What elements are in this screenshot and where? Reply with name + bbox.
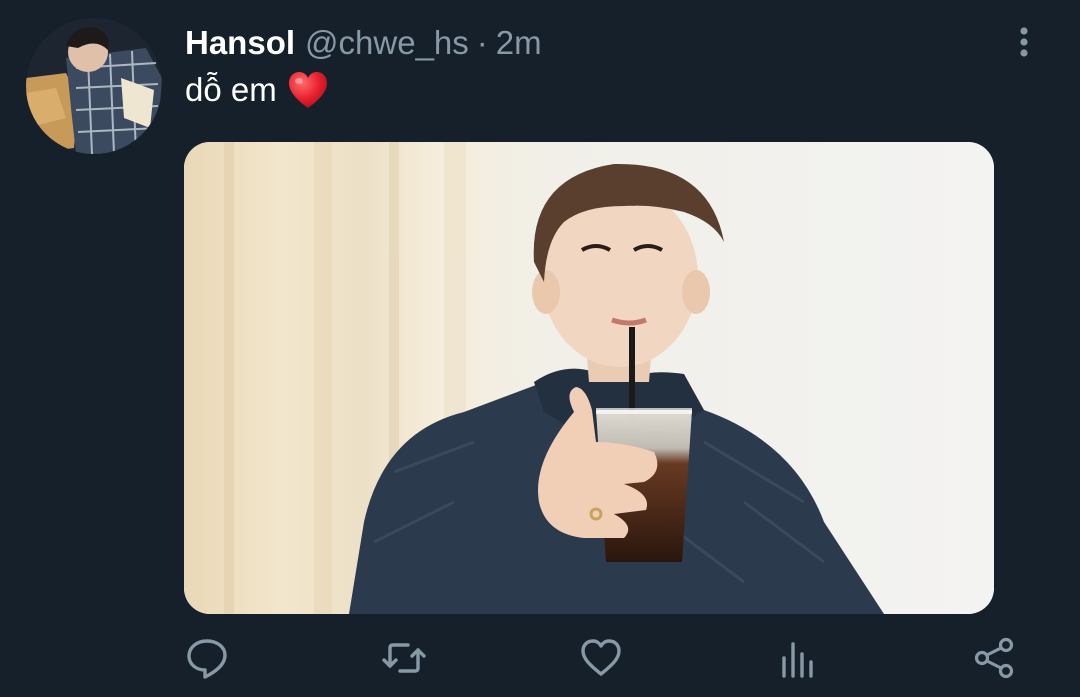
author-handle[interactable]: @chwe_hs — [305, 24, 469, 62]
author-display-name[interactable]: Hansol — [185, 24, 295, 62]
bar-chart-icon[interactable] — [776, 636, 820, 680]
tweet-timestamp[interactable]: 2m — [496, 24, 542, 62]
tweet-header: Hansol @chwe_hs · 2m — [185, 24, 542, 64]
retweet-arrows-icon[interactable] — [382, 636, 426, 680]
speech-bubble-icon[interactable] — [185, 636, 229, 680]
tweet-text: dỗ em — [185, 71, 277, 108]
red-heart-emoji-icon — [287, 70, 329, 110]
more-options-icon[interactable] — [1012, 26, 1036, 60]
tweet-media-photo[interactable] — [184, 142, 994, 614]
tweet-action-bar — [0, 630, 1080, 690]
avatar[interactable] — [26, 18, 162, 154]
share-nodes-icon[interactable] — [973, 636, 1017, 680]
tweet[interactable]: Hansol @chwe_hs · 2m dỗ em — [0, 0, 1080, 697]
heart-outline-icon[interactable] — [579, 636, 623, 680]
header-separator: · — [476, 24, 488, 61]
tweet-body: dỗ em — [185, 68, 329, 112]
